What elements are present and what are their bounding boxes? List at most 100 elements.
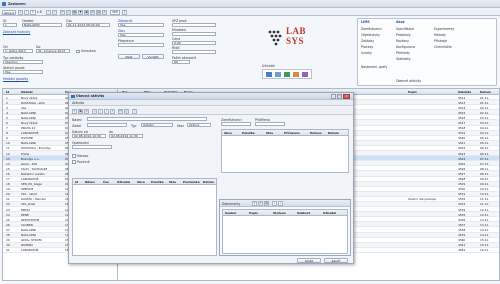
dialog-save-icon[interactable]: ▣ [78,108,83,114]
col-id[interactable]: Id [6,90,9,94]
lab-icon[interactable] [302,72,308,77]
menu-experimenty[interactable]: Experimenty [434,27,454,31]
bottom-col-datum[interactable]: Datum [203,180,214,184]
last-page-icon[interactable]: » [52,9,57,15]
menu-zakazky[interactable]: Zakázky [361,39,374,43]
aktivni-field[interactable]: Vše [3,70,43,74]
najit-button[interactable]: Najít [118,54,140,59]
od-field[interactable]: 1. ledna 2013 [3,49,33,53]
mnozstvi-field[interactable] [172,32,216,36]
save-icon[interactable]: ▣ [84,9,89,15]
bottom-col-uzivatel[interactable]: Uživatel [117,180,130,184]
menu-konfigurace[interactable]: Konfigurace [396,45,415,49]
export-icon[interactable]: ▦ [72,9,77,15]
menu-vzorky[interactable]: Vzorky [361,51,372,55]
settings-icon[interactable]: ⚙ [90,9,95,15]
smazano-checkbox[interactable] [76,49,80,53]
menu-specifikace[interactable]: Specifikace [396,27,414,31]
calendar-icon[interactable] [293,72,299,77]
doc-col-velikost[interactable]: Velikost [297,211,310,215]
sub-col-stav[interactable]: Stav [266,131,273,135]
pocet-field[interactable]: 99 [172,60,190,64]
doc-prev-icon[interactable]: ‹ [272,201,277,206]
dialog-refresh-icon[interactable]: ⟳ [118,108,123,114]
refresh-icon[interactable]: ⟳ [60,9,65,15]
vycistit-button[interactable]: Vyčistit [142,54,164,59]
print-icon[interactable]: ⎙ [66,9,71,15]
menu-obecne-aktivity[interactable]: Obecné aktivity [396,79,421,83]
doc-col-uzivatel[interactable]: Uživatel [323,211,336,215]
tab-akce[interactable]: Akce [396,20,405,24]
bottom-col-stav[interactable]: Stav [169,180,176,184]
dialog-next-icon[interactable]: › [104,108,109,114]
doc-col-vlozeno[interactable]: Vloženo [273,211,286,215]
doc-next-icon[interactable]: › [278,201,283,206]
dialog-first-icon[interactable]: « [92,108,97,114]
bottom-col-poznamka[interactable]: Poznámka [183,180,200,184]
chart-icon[interactable]: ▤ [96,9,101,15]
dialog-prev-icon[interactable]: ‹ [98,108,103,114]
filter-icon[interactable]: ▼ [78,9,83,15]
bottom-col-id[interactable]: Id [75,180,78,184]
zadal-field[interactable] [87,123,127,127]
povinne-checkbox[interactable] [72,160,76,164]
col-right-datum[interactable]: Datum [480,90,491,94]
dialog-delete-icon[interactable]: ✕ [84,108,89,114]
bottom-col-akce[interactable]: Akce [137,180,145,184]
bottom-col-nazev[interactable]: Název [85,180,95,184]
prepravce-field[interactable] [118,43,164,47]
doc-add-icon[interactable]: + [252,201,257,206]
doc-col-soubor[interactable]: Soubor [225,211,237,215]
hotovo-checkbox[interactable] [72,154,76,158]
sub-col-datum[interactable]: Datum [328,131,339,135]
home-icon[interactable] [266,72,272,77]
dialog-new-icon[interactable]: + [72,108,77,114]
first-page-icon[interactable]: « [18,9,23,15]
col-right-zakazka[interactable]: Zakázka [458,90,471,94]
zamestnanci-field[interactable] [221,122,251,126]
zoom-input[interactable]: 300 [110,9,120,15]
zakaznik-field[interactable]: Vše [118,23,164,27]
do-field[interactable]: 31. prosince 2013 [36,49,70,53]
dialog-ok-button[interactable]: Uložit [297,258,321,263]
menu-rozbory[interactable]: Rozbory [396,39,409,43]
do-field-dialog[interactable]: 02.08.2014 11:30 [109,134,143,138]
page-input[interactable]: 1 [30,9,36,15]
col-right-popis[interactable]: Popis [408,90,417,94]
typ-field[interactable]: Všechny [3,60,43,64]
prideleno-field[interactable] [255,122,285,126]
sub-col-prirazeno[interactable]: Přiřazeno [284,131,300,135]
users-icon[interactable] [284,72,290,77]
cena-field[interactable]: 0,00 [172,41,216,45]
search-link[interactable]: Hledání položky [3,77,28,81]
menu-protokoly[interactable]: Protokoly [396,33,411,37]
maximize-icon[interactable]: □ [337,94,342,99]
spz-field[interactable] [172,23,216,27]
menu-objednavky[interactable]: Objednávky [361,33,380,37]
col-obdobi[interactable]: Období [21,90,33,94]
doc-open-icon[interactable]: ▤ [264,201,269,206]
menu-nastaveni[interactable]: Nastavení, grafy [361,65,387,69]
doc-col-popis[interactable]: Popis [249,211,258,215]
actions-menu-button[interactable]: Akce ▾ [2,9,16,15]
menu-statistiky[interactable]: Statistiky [396,57,411,61]
bottom-col-polozka[interactable]: Položka [151,180,164,184]
stav-field[interactable]: Vše [118,33,164,37]
dialog-print-icon[interactable]: ⎙ [124,108,129,114]
nazev-field[interactable] [87,117,207,121]
close-icon[interactable]: ✕ [343,94,350,99]
chart-icon[interactable] [275,72,281,77]
help-icon[interactable]: ? [122,9,127,15]
next-page-icon[interactable]: › [46,9,51,15]
ridic-field[interactable] [172,50,216,54]
dialog-cancel-button[interactable]: Zavřít [324,258,348,263]
datum-field[interactable]: 02.08.2014 10:30 [72,134,106,138]
dialog-tab-aktivita[interactable]: Aktivita [72,101,84,105]
cas-field[interactable]: 01.11.2013 08:00:00 [66,23,110,27]
delete-icon[interactable]: ✕ [102,9,107,15]
minimize-icon[interactable]: – [331,94,336,99]
menu-chemikalie[interactable]: Chemikálie [434,45,452,49]
menu-metody[interactable]: Metody [434,33,446,37]
zobrazit-link[interactable]: Zobrazit hodnoty [3,30,30,34]
tab-lims[interactable]: LIMS [361,20,370,24]
